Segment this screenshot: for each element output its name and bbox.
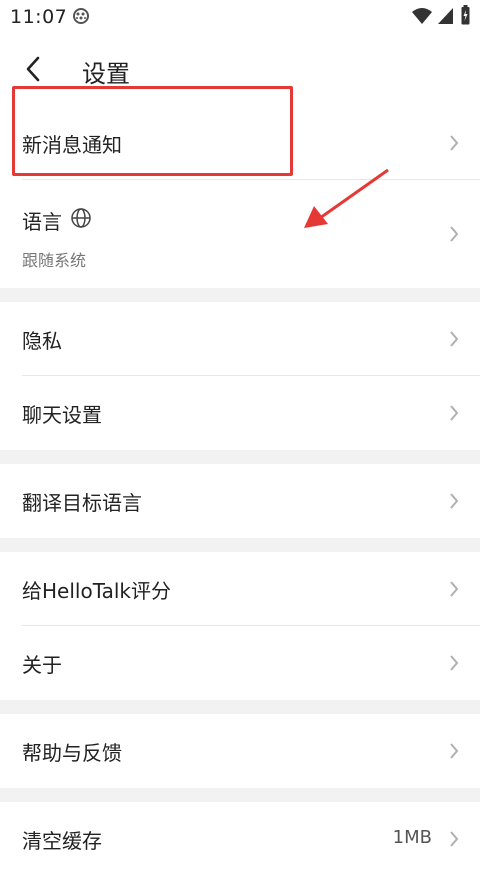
settings-item-privacy[interactable]: 隐私 xyxy=(0,302,480,376)
chevron-left-icon xyxy=(26,56,40,82)
settings-item-rate-hellotalk[interactable]: 给HelloTalk评分 xyxy=(0,552,480,626)
settings-item-label: 聊天设置 xyxy=(22,403,102,427)
chevron-right-icon xyxy=(450,331,459,347)
chevron-right-icon xyxy=(450,135,459,151)
annotation-arrow-icon xyxy=(304,168,389,228)
signal-icon xyxy=(438,8,453,24)
language-value: 跟随系统 xyxy=(22,251,87,270)
globe-icon xyxy=(71,208,91,228)
back-button[interactable] xyxy=(18,54,48,84)
settings-item-label: 帮助与反馈 xyxy=(22,741,122,765)
section-gap xyxy=(0,700,480,714)
settings-item-help-feedback[interactable]: 帮助与反馈 xyxy=(0,714,480,788)
settings-item-label: 语言 xyxy=(22,210,62,234)
cache-size-value: 1MB xyxy=(392,827,432,848)
status-bar: 11:07 xyxy=(0,0,480,34)
settings-list: 新消息通知 语言 跟随系统 隐私 聊天设置 翻译目标语言 给HelloTalk评… xyxy=(0,106,480,876)
settings-item-about[interactable]: 关于 xyxy=(0,626,480,700)
page-title: 设置 xyxy=(82,60,130,88)
chevron-right-icon xyxy=(450,226,459,242)
section-gap xyxy=(0,788,480,802)
settings-item-chat-settings[interactable]: 聊天设置 xyxy=(0,376,480,450)
chevron-right-icon xyxy=(450,655,459,671)
chevron-right-icon xyxy=(450,405,459,421)
settings-item-label: 给HelloTalk评分 xyxy=(22,579,171,603)
section-gap xyxy=(0,288,480,302)
settings-item-label: 隐私 xyxy=(22,329,62,353)
notification-icon xyxy=(73,8,89,24)
chevron-right-icon xyxy=(450,831,459,847)
status-time: 11:07 xyxy=(10,6,68,28)
section-gap xyxy=(0,450,480,464)
settings-item-label: 关于 xyxy=(22,653,62,677)
settings-item-label: 翻译目标语言 xyxy=(22,491,142,515)
settings-item-label: 清空缓存 xyxy=(22,829,102,853)
chevron-right-icon xyxy=(450,581,459,597)
highlight-box xyxy=(12,86,293,176)
battery-icon xyxy=(461,5,470,25)
chevron-right-icon xyxy=(450,493,459,509)
wifi-icon xyxy=(412,8,432,24)
chevron-right-icon xyxy=(450,743,459,759)
section-gap xyxy=(0,538,480,552)
settings-item-language[interactable]: 语言 跟随系统 xyxy=(0,180,480,288)
settings-item-translate-target-language[interactable]: 翻译目标语言 xyxy=(0,464,480,538)
settings-item-clear-cache[interactable]: 清空缓存 1MB xyxy=(0,802,480,876)
